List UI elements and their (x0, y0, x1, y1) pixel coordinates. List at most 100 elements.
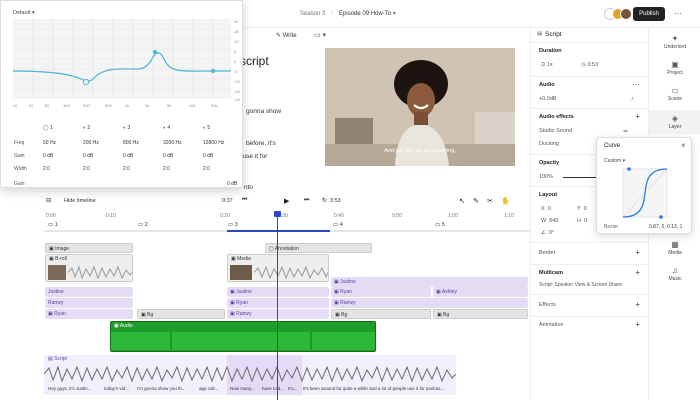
band-width[interactable]: 2.0 (83, 166, 90, 172)
speaker-clip-ramzy[interactable]: ▣ Ramzy (331, 298, 528, 308)
band-freq[interactable]: 800 Hz (123, 140, 139, 146)
rail-item-scene[interactable]: ▭ Scene (649, 86, 700, 102)
add-audio-effect-icon[interactable]: + (635, 112, 640, 121)
scene-marker[interactable]: ▭ 2 (138, 222, 148, 228)
skip-forward-icon[interactable]: ⏭ (304, 197, 309, 204)
transcript-word[interactable]: today's vid... (104, 386, 129, 391)
band-toggle[interactable]: ◐ 4 (163, 125, 170, 131)
playhead[interactable] (277, 212, 278, 400)
speaker-clip-ashley[interactable]: ▣ Ashley (433, 287, 528, 297)
band-gain[interactable]: 0 dB (83, 153, 93, 159)
script-line[interactable]: nto (244, 184, 253, 191)
bg-clip[interactable]: ▣ Bg (331, 309, 431, 319)
add-border-icon[interactable]: + (635, 248, 640, 257)
breadcrumb-season[interactable]: Season 3 (300, 11, 325, 17)
script-line[interactable]: before, it's (246, 140, 276, 147)
transcript-word[interactable]: It's... (288, 386, 297, 391)
band-freq[interactable]: 12800 Hz (203, 140, 224, 146)
transcript-word[interactable]: I'm gonna show you th... (137, 386, 186, 391)
hand-tool-icon[interactable]: ✋ (501, 197, 510, 205)
speed-value[interactable]: ⏲ 1x (541, 62, 553, 69)
studio-sound-label[interactable]: Studio Sound (539, 128, 572, 134)
bg-clip[interactable]: ▣ Bg (137, 309, 225, 319)
chevron-down-icon[interactable]: ▾ (393, 11, 396, 17)
audio-clip[interactable]: ▣ Audio (110, 321, 376, 352)
hide-timeline-icon[interactable]: ⊟ (46, 197, 51, 204)
write-button[interactable]: ✎ Write (276, 32, 297, 39)
band-freq[interactable]: 200 Hz (83, 140, 99, 146)
scene-marker[interactable]: ▭ 4 (333, 222, 343, 228)
band-width[interactable]: 2.0 (43, 166, 50, 172)
add-effect-icon[interactable]: + (635, 300, 640, 309)
publish-button[interactable]: Publish (633, 7, 665, 21)
speaker-clip-justine[interactable]: ▣ Justine (227, 287, 329, 297)
script-track[interactable]: ▤ Script Hey guys, it's Justin... today'… (44, 355, 456, 395)
band-freq[interactable]: 3200 Hz (163, 140, 182, 146)
transcript-word[interactable]: Now many... (230, 386, 255, 391)
speaker-clip-ryan[interactable]: ▣ Ryan (331, 287, 431, 297)
rail-item-layer[interactable]: ◈ Layer (649, 110, 700, 134)
band-width[interactable]: 2.0 (203, 166, 210, 172)
transcript-word[interactable]: have told... (262, 386, 284, 391)
sliders-icon[interactable]: ⚌ (623, 128, 628, 134)
speaker-clip-justine[interactable]: Justine (45, 287, 133, 297)
scene-marker[interactable]: ▭ 1 (48, 222, 58, 228)
opacity-value[interactable]: 100% (539, 174, 553, 180)
layout-w-field[interactable]: W 640 (541, 218, 558, 224)
eq-preset-select[interactable]: Default ▾ (13, 10, 35, 16)
rail-item-media[interactable]: ▦ Media (649, 240, 700, 256)
audio-gain-value[interactable]: +0.0dB (539, 96, 557, 102)
speaker-clip-ryan[interactable]: ▣ Ryan (227, 298, 329, 308)
speaker-clip-ramzy[interactable]: ▣ Ramzy (227, 309, 329, 319)
layout-x-field[interactable]: X 0 (541, 206, 551, 212)
band-toggle[interactable]: ◐ 5 (203, 125, 210, 131)
layout-y-field[interactable]: Y 0 (577, 206, 587, 212)
close-icon[interactable]: × (681, 141, 686, 150)
select-tool-icon[interactable]: ↖ (459, 197, 465, 205)
mute-icon[interactable]: ♪ (631, 96, 634, 102)
rail-item-underlord[interactable]: ✦ Underlord (649, 34, 700, 50)
band-gain[interactable]: 0 dB (203, 153, 213, 159)
layout-rotation-field[interactable]: ∠ 0° (541, 230, 554, 236)
curve-preset-select[interactable]: Custom ▾ (604, 158, 625, 164)
layout-h-field[interactable]: H 0 (577, 218, 587, 224)
rail-item-project[interactable]: ▣ Project (649, 60, 700, 76)
play-icon[interactable]: ▶ (284, 197, 289, 205)
band-width[interactable]: 2.0 (123, 166, 130, 172)
multicam-value[interactable]: Script: Speaker View & Screen Share (539, 282, 622, 288)
ducking-label[interactable]: Ducking (539, 141, 559, 147)
bg-clip[interactable]: ▣ Bg (433, 309, 528, 319)
band-freq[interactable]: 50 Hz (43, 140, 56, 146)
more-icon[interactable]: ⋯ (674, 9, 682, 18)
video-preview[interactable]: And just like we we're saying, (325, 48, 515, 166)
loop-icon[interactable]: ↻ (322, 197, 327, 204)
skip-back-icon[interactable]: ⏮ (242, 197, 247, 204)
media-clip[interactable]: ▣ Media (227, 254, 329, 282)
more-icon[interactable]: ⋯ (632, 80, 640, 89)
band-gain[interactable]: 0 dB (163, 153, 173, 159)
eq-graph[interactable]: 24 18 12 6 0 -6 -12 -18 -24 10 20 50 100… (13, 19, 243, 111)
annotation-clip[interactable]: ▢ Annotation (265, 243, 372, 253)
duration-value[interactable]: ◷ 3:53 (581, 62, 598, 68)
blade-tool-icon[interactable]: ✂ (487, 197, 493, 205)
script-line[interactable]: gonna show (246, 108, 281, 115)
curve-values[interactable]: 0.87, 0, 0.13, 1 (649, 224, 682, 230)
band-toggle[interactable]: ◯ 1 (43, 125, 53, 131)
band-toggle[interactable]: ◐ 3 (123, 125, 130, 131)
add-multicam-icon[interactable]: + (635, 268, 640, 277)
scene-marker[interactable]: ▭ 3 (228, 222, 238, 228)
transcript-word[interactable]: Hey guys, it's Justin... (48, 386, 91, 391)
pen-tool-icon[interactable]: ✎ (473, 197, 479, 205)
band-width[interactable]: 2.0 (163, 166, 170, 172)
opacity-slider[interactable] (563, 177, 597, 178)
curve-graph[interactable] (603, 167, 687, 219)
layout-toggle-icon[interactable]: ▭ ▾ (314, 31, 326, 39)
band-toggle[interactable]: ◐ 2 (83, 125, 90, 131)
transcript-word[interactable]: It's been around for quite a while and a… (303, 386, 453, 391)
add-animation-icon[interactable]: + (635, 320, 640, 329)
hide-timeline-button[interactable]: Hide timeline (64, 198, 96, 204)
speaker-clip-ramzy[interactable]: Ramzy (45, 298, 133, 308)
broll-clip[interactable]: ▣ B-roll (45, 254, 133, 282)
total-gain-value[interactable]: 0 dB (227, 181, 237, 187)
transcript-word[interactable]: app call... (199, 386, 218, 391)
